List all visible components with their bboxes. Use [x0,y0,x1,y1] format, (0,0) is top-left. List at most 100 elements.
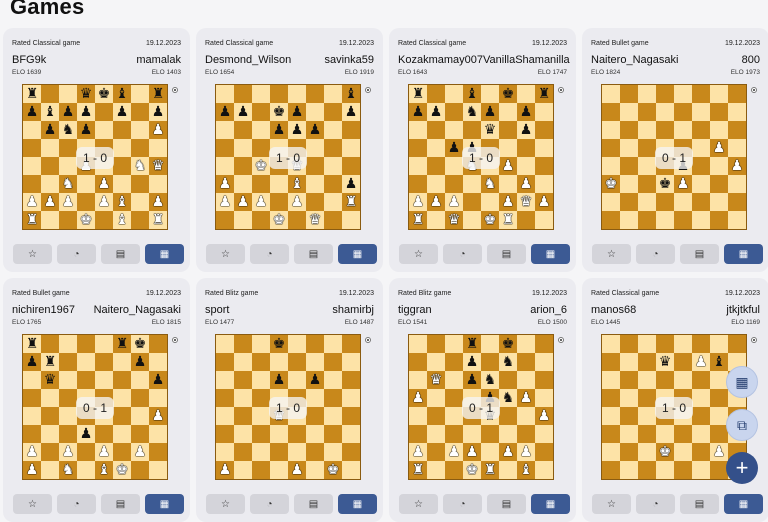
board-square [131,371,149,389]
board-icon: ▦ [159,248,170,260]
board-square [710,389,728,407]
board-square [59,211,77,229]
board-square [427,389,445,407]
favorite-button[interactable]: ☆ [206,494,245,514]
players-row: nichiren1967 Naitero_Nagasaki [12,304,181,316]
board-square [656,193,674,211]
board-square [535,211,553,229]
analysis-button[interactable]: ◔ [250,494,289,514]
board-square [342,139,360,157]
board-square [306,335,324,353]
board-square: ♟ [95,443,113,461]
board-square [234,85,252,103]
board-square [535,175,553,193]
board-view-button[interactable]: ▦ [145,494,184,514]
copy-button[interactable]: ▤ [294,494,333,514]
board-square [131,121,149,139]
copy-fab-button[interactable]: ⧉ [726,409,758,441]
board-square [216,425,234,443]
board-square: ♞ [481,175,499,193]
analysis-button[interactable]: ◔ [443,244,482,264]
copy-button[interactable]: ▤ [487,494,526,514]
board-square [306,425,324,443]
game-card[interactable]: Rated Bullet game 19.12.2023 Naitero_Nagas… [582,28,768,272]
copy-button[interactable]: ▤ [101,494,140,514]
favorite-button[interactable]: ☆ [206,244,245,264]
clock-icon: ◔ [73,498,80,510]
board-view-button[interactable]: ▦ [531,244,570,264]
favorite-button[interactable]: ☆ [399,244,438,264]
analysis-button[interactable]: ◔ [443,494,482,514]
copy-icon: ▤ [501,498,512,510]
board-view-button[interactable]: ▦ [724,494,763,514]
copy-button[interactable]: ▤ [487,244,526,264]
elo-row: ELO 1654 ELO 1919 [205,69,374,76]
copy-button[interactable]: ▤ [680,244,719,264]
board-square [638,443,656,461]
favorite-button[interactable]: ☆ [399,494,438,514]
board-square [535,139,553,157]
favorite-button[interactable]: ☆ [13,244,52,264]
board-square: ♟ [252,193,270,211]
board-square: ♜ [535,85,553,103]
analysis-button[interactable]: ◔ [636,244,675,264]
black-player-name: savinka59 [324,54,374,66]
game-card[interactable]: Rated Blitz game 19.12.2023 tiggran arion_6… [389,278,576,522]
board-icon: ▦ [738,498,749,510]
board-square [445,461,463,479]
board-square: ♜ [113,335,131,353]
board-square [216,139,234,157]
board-square: ♚ [270,103,288,121]
board-view-button[interactable]: ▦ [724,244,763,264]
board-view-button[interactable]: ▦ [145,244,184,264]
game-card[interactable]: Rated Bullet game 19.12.2023 nichiren1967 N… [3,278,190,522]
black-pawn-icon: ♟ [290,122,304,138]
board-square [620,353,638,371]
game-type: Rated Bullet game [591,40,649,47]
white-pawn-icon: ♟ [465,444,479,460]
white-pawn-icon: ♟ [133,444,147,460]
copy-icon: ▤ [115,498,126,510]
board-view-button[interactable]: ▦ [531,494,570,514]
board-square [427,407,445,425]
page-title: Games [10,0,85,19]
board-square [620,461,638,479]
analysis-button[interactable]: ◔ [636,494,675,514]
board-square [306,461,324,479]
board-square: ♝ [342,85,360,103]
game-card[interactable]: Rated Classical game 19.12.2023 Desmond_Wi… [196,28,383,272]
white-pawn-icon: ♟ [151,194,165,210]
copy-button[interactable]: ▤ [101,244,140,264]
game-card[interactable]: Rated Classical game 19.12.2023 Kozakmamay… [389,28,576,272]
board-square: ♟ [77,121,95,139]
analysis-button[interactable]: ◔ [250,244,289,264]
favorite-button[interactable]: ☆ [592,244,631,264]
board-square: ♝ [41,103,59,121]
game-card[interactable]: Rated Blitz game 19.12.2023 sport shamirbj E… [196,278,383,522]
add-game-button[interactable]: + [726,452,758,484]
board-square [620,175,638,193]
analysis-button[interactable]: ◔ [57,494,96,514]
board-view-button[interactable]: ▦ [338,494,377,514]
favorite-button[interactable]: ☆ [592,494,631,514]
board-square [59,85,77,103]
board-view-button[interactable]: ▦ [338,244,377,264]
board-square [602,103,620,121]
qr-code-button[interactable]: ▦ [726,366,758,398]
board-square: ♟ [306,371,324,389]
board-square [409,425,427,443]
board-square [113,389,131,407]
black-player-elo: ELO 1747 [537,69,567,76]
board-square [517,353,535,371]
favorite-button[interactable]: ☆ [13,494,52,514]
analysis-button[interactable]: ◔ [57,244,96,264]
board-square [41,389,59,407]
game-card[interactable]: Rated Classical game 19.12.2023 BFG9k mamal… [3,28,190,272]
board-square [59,157,77,175]
game-card[interactable]: Rated Classical game 19.12.2023 manos68 jtk… [582,278,768,522]
copy-button[interactable]: ▤ [680,494,719,514]
board-square: ♚ [131,335,149,353]
elo-row: ELO 1477 ELO 1487 [205,319,374,326]
board-square [602,157,620,175]
copy-button[interactable]: ▤ [294,244,333,264]
